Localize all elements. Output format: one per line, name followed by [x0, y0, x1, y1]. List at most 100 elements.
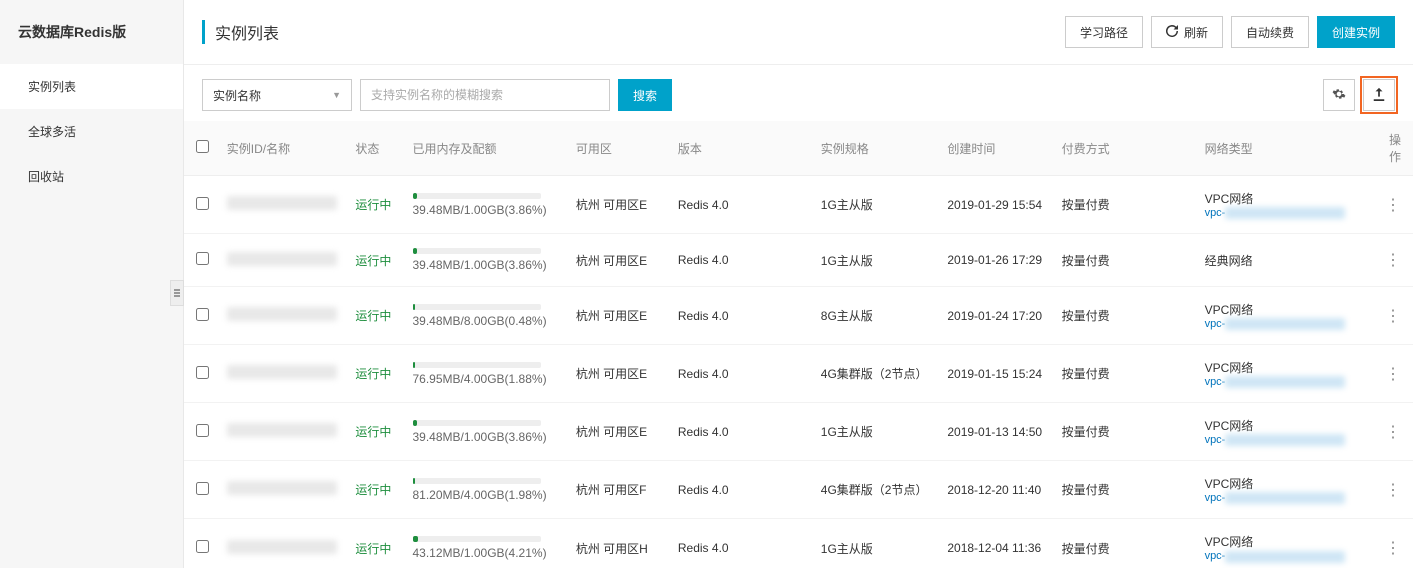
toolbar: 实例名称 ▼ 搜索 [184, 65, 1413, 121]
zone-cell: 杭州 可用区E [570, 176, 672, 234]
search-input[interactable] [360, 79, 610, 111]
table-header-row: 实例ID/名称 状态 已用内存及配额 可用区 版本 实例规格 创建时间 付费方式… [184, 121, 1413, 176]
table-row: 运行中 39.48MB/8.00GB(0.48%) 杭州 可用区E Redis … [184, 287, 1413, 345]
created-time-cell: 2018-12-04 11:36 [941, 519, 1055, 568]
status-badge: 运行中 [355, 483, 391, 497]
instance-id-blurred[interactable] [227, 423, 337, 437]
col-time-header: 创建时间 [941, 121, 1055, 176]
vpc-link[interactable]: vpc- [1205, 492, 1367, 504]
vpc-link[interactable]: vpc- [1205, 434, 1367, 446]
auto-renew-button[interactable]: 自动续费 [1231, 16, 1309, 48]
created-time-cell: 2019-01-29 15:54 [941, 176, 1055, 234]
more-actions-icon[interactable]: ⋮ [1385, 424, 1401, 441]
sidebar-item-1[interactable]: 全球多活 [0, 109, 183, 154]
instance-id-blurred[interactable] [227, 307, 337, 321]
more-actions-icon[interactable]: ⋮ [1385, 252, 1401, 269]
sidebar-item-0[interactable]: 实例列表 [0, 64, 183, 109]
memory-text: 39.48MB/1.00GB(3.86%) [413, 203, 564, 217]
instance-table-wrap: 实例ID/名称 状态 已用内存及配额 可用区 版本 实例规格 创建时间 付费方式… [184, 121, 1413, 568]
row-checkbox[interactable] [196, 482, 209, 495]
col-net-header: 网络类型 [1199, 121, 1373, 176]
memory-text: 43.12MB/1.00GB(4.21%) [413, 546, 564, 560]
memory-text: 81.20MB/4.00GB(1.98%) [413, 488, 564, 502]
instance-id-blurred[interactable] [227, 540, 337, 554]
pay-cell: 按量付费 [1056, 345, 1199, 403]
table-row: 运行中 81.20MB/4.00GB(1.98%) 杭州 可用区F Redis … [184, 461, 1413, 519]
memory-bar [413, 362, 541, 368]
pay-cell: 按量付费 [1056, 176, 1199, 234]
search-button[interactable]: 搜索 [618, 79, 672, 111]
instance-id-blurred[interactable] [227, 481, 337, 495]
export-button[interactable] [1363, 79, 1395, 111]
vpc-link[interactable]: vpc- [1205, 376, 1367, 388]
col-pay-header: 付费方式 [1056, 121, 1199, 176]
row-checkbox[interactable] [196, 197, 209, 210]
col-status-header: 状态 [349, 121, 406, 176]
created-time-cell: 2019-01-13 14:50 [941, 403, 1055, 461]
row-checkbox[interactable] [196, 252, 209, 265]
memory-bar [413, 248, 541, 254]
col-op-header: 操作 [1372, 121, 1413, 176]
zone-cell: 杭州 可用区E [570, 403, 672, 461]
memory-text: 39.48MB/1.00GB(3.86%) [413, 430, 564, 444]
created-time-cell: 2018-12-20 11:40 [941, 461, 1055, 519]
vpc-link[interactable]: vpc- [1205, 318, 1367, 330]
spec-cell: 1G主从版 [815, 519, 942, 568]
page-header: 实例列表 学习路径 刷新 自动续费 创建实例 [184, 0, 1413, 65]
col-ver-header: 版本 [672, 121, 815, 176]
table-row: 运行中 39.48MB/1.00GB(3.86%) 杭州 可用区E Redis … [184, 403, 1413, 461]
col-mem-header: 已用内存及配额 [407, 121, 570, 176]
zone-cell: 杭州 可用区E [570, 234, 672, 287]
memory-text: 39.48MB/8.00GB(0.48%) [413, 314, 564, 328]
gear-icon [1332, 87, 1346, 104]
network-type: VPC网络 [1205, 533, 1367, 550]
memory-bar [413, 304, 541, 310]
create-instance-button[interactable]: 创建实例 [1317, 16, 1395, 48]
pay-cell: 按量付费 [1056, 461, 1199, 519]
more-actions-icon[interactable]: ⋮ [1385, 197, 1401, 214]
export-icon [1372, 87, 1386, 104]
more-actions-icon[interactable]: ⋮ [1385, 366, 1401, 383]
more-actions-icon[interactable]: ⋮ [1385, 308, 1401, 325]
sidebar-collapse-handle[interactable] [170, 280, 184, 306]
select-all-checkbox[interactable] [196, 140, 209, 153]
spec-cell: 1G主从版 [815, 234, 942, 287]
row-checkbox[interactable] [196, 424, 209, 437]
learn-path-button[interactable]: 学习路径 [1065, 16, 1143, 48]
spec-cell: 1G主从版 [815, 403, 942, 461]
filter-select-value: 实例名称 [213, 87, 261, 104]
col-spec-header: 实例规格 [815, 121, 942, 176]
instance-id-blurred[interactable] [227, 252, 337, 266]
row-checkbox[interactable] [196, 308, 209, 321]
sidebar-item-2[interactable]: 回收站 [0, 154, 183, 199]
version-cell: Redis 4.0 [672, 461, 815, 519]
memory-bar [413, 420, 541, 426]
refresh-label: 刷新 [1184, 24, 1208, 41]
row-checkbox[interactable] [196, 540, 209, 553]
version-cell: Redis 4.0 [672, 287, 815, 345]
pay-cell: 按量付费 [1056, 234, 1199, 287]
refresh-icon [1166, 25, 1178, 40]
vpc-link[interactable]: vpc- [1205, 550, 1367, 562]
network-type: VPC网络 [1205, 475, 1367, 492]
status-badge: 运行中 [355, 425, 391, 439]
settings-button[interactable] [1323, 79, 1355, 111]
version-cell: Redis 4.0 [672, 403, 815, 461]
more-actions-icon[interactable]: ⋮ [1385, 482, 1401, 499]
pay-cell: 按量付费 [1056, 519, 1199, 568]
instance-id-blurred[interactable] [227, 365, 337, 379]
page-title: 实例列表 [202, 20, 279, 44]
filter-type-select[interactable]: 实例名称 ▼ [202, 79, 352, 111]
status-badge: 运行中 [355, 367, 391, 381]
zone-cell: 杭州 可用区H [570, 519, 672, 568]
col-zone-header: 可用区 [570, 121, 672, 176]
more-actions-icon[interactable]: ⋮ [1385, 540, 1401, 557]
zone-cell: 杭州 可用区E [570, 287, 672, 345]
vpc-link[interactable]: vpc- [1205, 207, 1367, 219]
spec-cell: 4G集群版（2节点） [815, 345, 942, 403]
refresh-button[interactable]: 刷新 [1151, 16, 1223, 48]
instance-id-blurred[interactable] [227, 196, 337, 210]
spec-cell: 1G主从版 [815, 176, 942, 234]
row-checkbox[interactable] [196, 366, 209, 379]
version-cell: Redis 4.0 [672, 234, 815, 287]
